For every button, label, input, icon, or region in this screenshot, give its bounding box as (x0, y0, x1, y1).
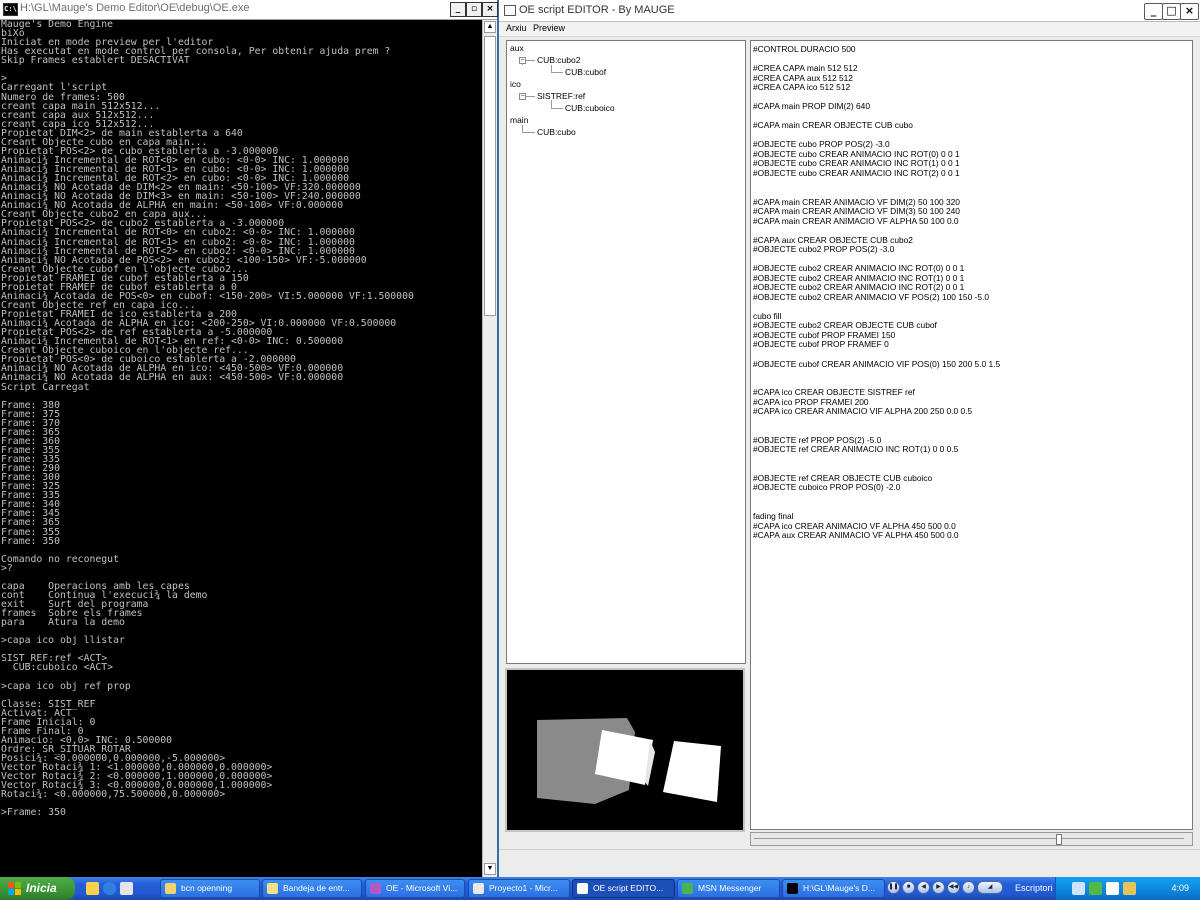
console-title: H:\GL\Mauge's Demo Editor\OE\debug\OE.ex… (20, 2, 250, 14)
console-output-area[interactable]: Mauge's Demo Engine biXo Iniciat en mode… (0, 20, 482, 877)
editor-titlebar[interactable]: OE script EDITOR - By MAUGE _ □ × (499, 0, 1200, 22)
script-horizontal-slider[interactable] (750, 832, 1193, 846)
windows-taskbar: Inicia bcn openning Bandeja de entr... OE … (0, 877, 1200, 900)
tree-collapse-toggle[interactable]: − (519, 57, 526, 64)
media-pause-icon[interactable]: ❚❚ (887, 881, 900, 894)
tree-line (551, 108, 563, 109)
media-next-icon[interactable]: ▶ (932, 881, 945, 894)
tree-node-cubof[interactable]: CUB:cubof (565, 67, 606, 77)
taskbar-button-4[interactable]: Proyecto1 - Micr... (468, 879, 570, 898)
taskbar-button-label: OE script EDITO... (593, 883, 664, 893)
console-text: Mauge's Demo Engine biXo Iniciat en mode… (1, 20, 414, 819)
media-volume-icon[interactable]: ◢ (977, 881, 1003, 894)
preview-scene (537, 718, 721, 804)
scroll-up-arrow-icon[interactable]: ▲ (484, 21, 496, 33)
media-rewind-icon[interactable]: ◀◀ (947, 881, 960, 894)
script-text: #CONTROL DURACIO 500 #CREA CAPA main 512… (753, 44, 1001, 541)
editor-minimize-button[interactable]: _ (1144, 3, 1163, 20)
scroll-down-arrow-icon[interactable]: ▼ (484, 863, 496, 875)
taskbar-button-label: Bandeja de entr... (283, 883, 350, 893)
media-player-toolbar: ❚❚ ■ ◀ ▶ ◀◀ ♪ ◢ (887, 880, 1007, 897)
taskbar-button-2[interactable]: Bandeja de entr... (262, 879, 362, 898)
console-maximize-button[interactable]: ▫ (466, 2, 482, 17)
tray-escriptori-label[interactable]: Escriptori (1015, 880, 1053, 897)
system-tray: 4:09 (1055, 877, 1200, 900)
taskbar-clock[interactable]: 4:09 (1171, 877, 1189, 900)
console-window: C:\ H:\GL\Mauge's Demo Editor\OE\debug\O… (0, 0, 498, 877)
tree-node-ref[interactable]: SISTREF:ref (537, 91, 585, 101)
tree-line (551, 72, 563, 73)
taskbar-button-1[interactable]: bcn openning (160, 879, 260, 898)
media-stop-icon[interactable]: ■ (902, 881, 915, 894)
taskbar-button-3[interactable]: OE - Microsoft Vi... (365, 879, 465, 898)
menu-arxiu[interactable]: Arxiu (506, 23, 527, 33)
console-app-icon: C:\ (3, 3, 18, 16)
outlook-icon (267, 883, 278, 894)
taskbar-button-6[interactable]: MSN Messenger (677, 879, 780, 898)
console-icon (787, 883, 798, 894)
folder-icon (165, 883, 176, 894)
tree-line (526, 96, 535, 97)
tree-node-layer-main[interactable]: main (510, 115, 528, 125)
editor-menubar: Arxiu Preview (499, 22, 1200, 37)
tree-line (522, 132, 535, 133)
media-mute-icon[interactable]: ♪ (962, 881, 975, 894)
editor-statusbar (499, 849, 1200, 878)
editor-app-icon (504, 5, 516, 16)
script-editor[interactable]: #CONTROL DURACIO 500 #CREA CAPA main 512… (750, 40, 1193, 830)
console-close-button[interactable]: × (482, 2, 498, 17)
editor-maximize-button[interactable]: □ (1162, 3, 1181, 20)
taskbar-button-label: MSN Messenger (698, 883, 762, 893)
tree-node-layer-aux[interactable]: aux (510, 43, 524, 53)
console-minimize-button[interactable]: _ (450, 2, 466, 17)
taskbar-button-label: Proyecto1 - Micr... (489, 883, 558, 893)
render-preview[interactable] (505, 668, 745, 832)
tree-node-cuboico[interactable]: CUB:cuboico (565, 103, 615, 113)
windows-flag-icon (8, 882, 21, 895)
console-scroll-thumb[interactable] (484, 36, 496, 316)
taskbar-button-5[interactable]: OE script EDITO... (572, 879, 675, 898)
tree-node-layer-ico[interactable]: ico (510, 79, 521, 89)
slider-knob[interactable] (1056, 834, 1062, 845)
app-window-icon (577, 883, 588, 894)
tree-line (526, 60, 535, 61)
preview-cube-cuboico (663, 741, 721, 802)
taskbar-button-label: H:\GL\Mauge's D... (803, 883, 876, 893)
quicklaunch-ie-icon[interactable] (103, 882, 116, 895)
media-prev-icon[interactable]: ◀ (917, 881, 930, 894)
tree-collapse-toggle[interactable]: − (519, 93, 526, 100)
msn-icon (682, 883, 693, 894)
slider-track (754, 838, 1184, 839)
taskbar-button-label: bcn openning (181, 883, 233, 893)
start-button[interactable]: Inicia (0, 877, 75, 900)
tray-antivirus-icon[interactable] (1106, 882, 1119, 895)
quicklaunch-warning-icon[interactable] (86, 882, 99, 895)
taskbar-button-7[interactable]: H:\GL\Mauge's D... (782, 879, 885, 898)
taskbar-button-label: OE - Microsoft Vi... (386, 883, 458, 893)
menu-preview[interactable]: Preview (533, 23, 565, 33)
console-titlebar[interactable]: C:\ H:\GL\Mauge's Demo Editor\OE\debug\O… (0, 0, 498, 20)
editor-title: OE script EDITOR - By MAUGE (519, 4, 675, 16)
tray-volume-icon[interactable] (1123, 882, 1136, 895)
visual-basic-icon (473, 883, 484, 894)
start-label: Inicia (26, 881, 57, 895)
tree-node-cubo[interactable]: CUB:cubo (537, 127, 576, 137)
visual-studio-icon (370, 883, 381, 894)
tray-msn-icon[interactable] (1089, 882, 1102, 895)
quicklaunch-desktop-icon[interactable] (120, 882, 133, 895)
object-tree-view[interactable]: − − aux CUB:cubo2 CUB:cubof ico SISTREF:… (506, 40, 746, 664)
console-vertical-scrollbar[interactable]: ▲ ▼ (482, 20, 497, 877)
editor-close-button[interactable]: × (1180, 3, 1199, 20)
tray-network-icon[interactable] (1072, 882, 1085, 895)
tree-node-cubo2[interactable]: CUB:cubo2 (537, 55, 580, 65)
